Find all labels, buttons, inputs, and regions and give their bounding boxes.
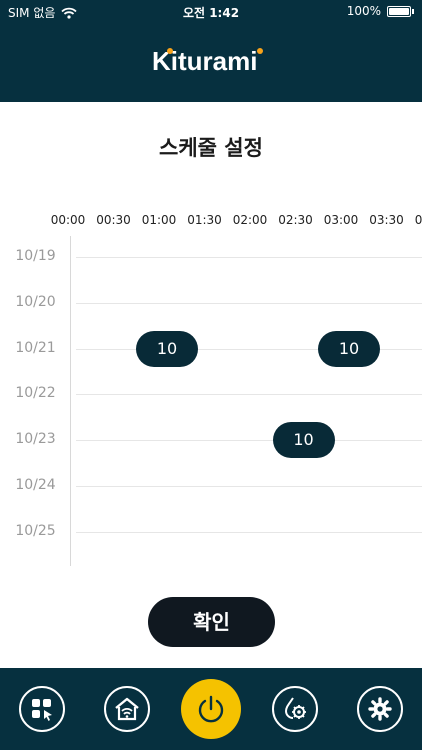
battery-cap <box>412 8 414 14</box>
time-slot-label: 02:00 <box>232 213 268 227</box>
schedule-row: 10/23 <box>0 419 422 465</box>
battery-icon <box>387 5 411 17</box>
date-label: 10/20 <box>15 293 56 310</box>
schedule-entry-pill[interactable]: 10 <box>136 330 198 367</box>
schedule-grid: 10/19 10/20 10/21 10/22 10/23 10/24 10/25 10 10 1… <box>0 236 422 566</box>
nav-home-wifi-button[interactable] <box>104 686 150 732</box>
schedule-row: 10/20 <box>0 282 422 328</box>
date-label: 10/23 <box>15 431 56 448</box>
home-wifi-icon <box>115 697 139 721</box>
gear-icon <box>368 697 392 721</box>
row-divider <box>76 486 422 487</box>
app-header: Kiturami <box>0 22 422 102</box>
kiturami-logo: Kiturami <box>0 46 422 83</box>
time-slot-label: 00:30 <box>96 213 131 227</box>
time-slot-label: 02:30 <box>278 213 313 227</box>
dashboard-icon <box>32 699 52 721</box>
power-icon <box>198 695 224 723</box>
logo-mark: Kiturami <box>152 46 263 76</box>
date-label: 10/25 <box>15 522 56 539</box>
time-slot-label: 01:00 <box>141 213 177 227</box>
row-divider <box>76 257 422 258</box>
row-divider <box>76 394 422 396</box>
confirm-button[interactable]: 확인 <box>148 597 275 647</box>
date-label: 10/22 <box>15 385 56 402</box>
time-slot-label: 00:00 <box>50 213 86 227</box>
power-button[interactable] <box>181 679 241 739</box>
schedule-entry-pill[interactable]: 10 <box>272 422 335 459</box>
battery-percent: 100% <box>346 4 381 18</box>
row-divider <box>76 531 422 533</box>
nav-dashboard-button[interactable] <box>19 686 65 732</box>
bottom-nav <box>0 668 422 750</box>
nav-water-settings-button[interactable] <box>272 686 318 732</box>
date-label: 10/21 <box>15 339 56 356</box>
time-slot-label: 01:30 <box>187 213 222 227</box>
status-right: 100% <box>347 4 414 18</box>
schedule-row: 10/24 <box>0 465 422 511</box>
schedule-row: 10/22 <box>0 373 422 419</box>
time-slot-label: 04:00 <box>414 213 422 227</box>
nav-settings-button[interactable] <box>357 686 403 732</box>
time-slot-label: 03:30 <box>369 213 404 227</box>
row-divider <box>76 440 422 442</box>
row-divider <box>76 302 422 304</box>
schedule-row: 10/25 <box>0 511 422 557</box>
date-label: 10/19 <box>15 248 56 264</box>
time-slot-label: 03:00 <box>323 213 359 227</box>
schedule-entry-pill[interactable]: 10 <box>318 330 380 367</box>
schedule-row: 10/19 <box>0 236 422 282</box>
date-label: 10/24 <box>15 477 56 493</box>
time-axis: 00:00 00:30 01:00 01:30 02:00 02:30 03:00 03:30… <box>0 213 422 231</box>
water-settings-icon <box>284 697 306 719</box>
page-title: 스케줄 설정 <box>159 136 263 160</box>
status-bar: SIM 없음 오전 1:42 100% <box>0 0 422 22</box>
